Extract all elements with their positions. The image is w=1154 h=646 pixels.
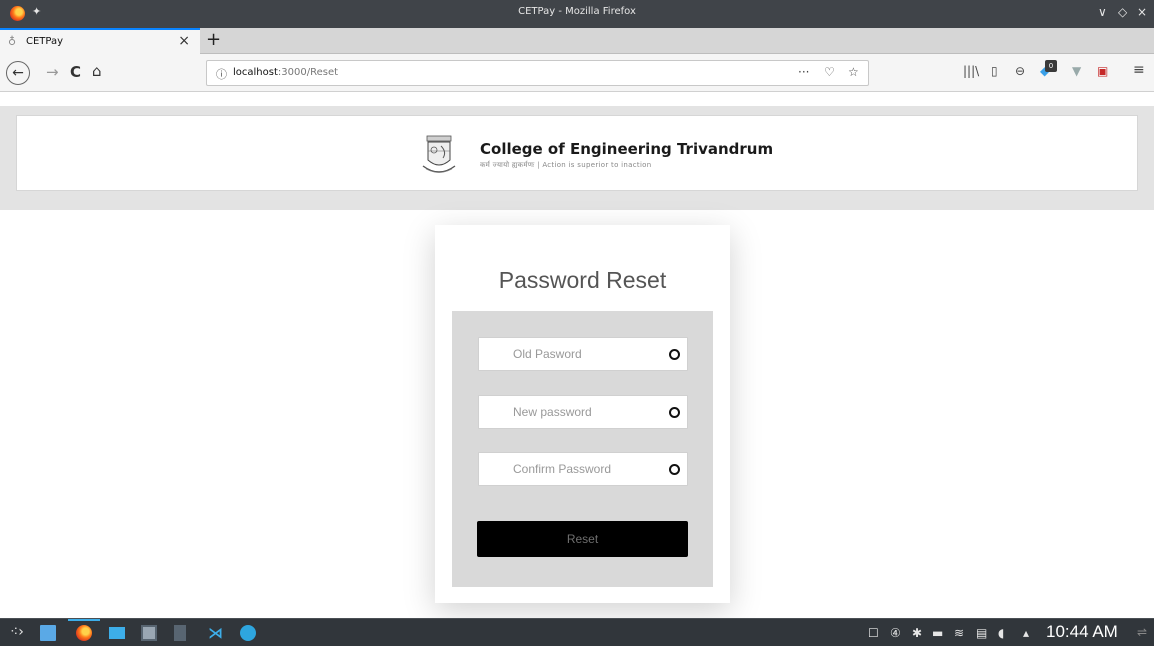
back-button[interactable]: ← xyxy=(6,61,30,85)
tab-label: CETPay xyxy=(26,36,64,47)
confirm-password-input[interactable] xyxy=(479,453,659,485)
new-tab-button[interactable]: + xyxy=(206,29,221,50)
pocket-icon[interactable]: ♡ xyxy=(824,65,835,79)
page-content: College of Engineering Trivandrum कर्म ज… xyxy=(0,106,1154,618)
show-password-icon[interactable] xyxy=(669,349,680,360)
navigation-toolbar: ← → C ⌂ ⓘ localhost:3000/Reset ··· ♡ ☆ |… xyxy=(0,54,1154,92)
clipboard-icon[interactable]: ▤ xyxy=(976,626,987,640)
bluetooth-icon[interactable]: ✱ xyxy=(912,626,922,640)
info-icon[interactable]: ⓘ xyxy=(216,66,227,82)
expand-tray-icon[interactable]: ▴ xyxy=(1023,626,1029,640)
show-password-icon[interactable] xyxy=(669,464,680,475)
show-password-icon[interactable] xyxy=(669,407,680,418)
volume-icon[interactable]: ◖ xyxy=(998,626,1004,640)
extension-badge: 0 xyxy=(1045,60,1057,72)
old-password-input[interactable] xyxy=(479,338,659,370)
page-actions-icon[interactable]: ··· xyxy=(798,65,809,79)
wifi-icon[interactable]: ≋ xyxy=(954,626,964,640)
sidebar-icon[interactable]: ▯ xyxy=(991,64,998,78)
home-button[interactable]: ⌂ xyxy=(92,62,102,80)
active-task-indicator xyxy=(68,619,100,621)
college-motto: कर्म ज्यायो ह्यकर्मणः | Action is superi… xyxy=(480,161,652,169)
tab-bar: ♁ CETPay × + xyxy=(0,28,1154,54)
account-icon[interactable]: ⊖ xyxy=(1015,64,1025,78)
minimize-button[interactable]: ∨ xyxy=(1098,5,1107,19)
new-password-field xyxy=(478,395,688,429)
pdf-extension-icon[interactable]: ▣ xyxy=(1097,64,1108,78)
tab-cetpay[interactable]: ♁ CETPay × xyxy=(0,28,200,54)
reload-button[interactable]: C xyxy=(70,63,81,81)
site-header: College of Engineering Trivandrum कर्म ज… xyxy=(16,115,1138,191)
url-text[interactable]: localhost:3000/Reset xyxy=(233,67,338,78)
show-desktop-icon[interactable]: ☐ xyxy=(868,626,879,640)
forward-button[interactable]: → xyxy=(46,63,59,81)
close-window-button[interactable]: × xyxy=(1137,5,1147,19)
clock[interactable]: 10:44 AM xyxy=(1046,622,1118,642)
url-path: :3000/Reset xyxy=(277,67,339,78)
vscode-icon[interactable]: ⋊ xyxy=(208,624,223,642)
battery-icon[interactable]: ▬ xyxy=(932,626,943,640)
workspace-icon[interactable]: ④ xyxy=(890,626,901,640)
url-bar[interactable]: ⓘ localhost:3000/Reset ··· ♡ ☆ xyxy=(206,60,869,86)
taskbar: ⁖› ⋊ ☐ ④ ✱ ▬ ≋ ▤ ◖ ▴ 10:44 AM ⇌ xyxy=(0,618,1154,646)
bookmark-star-icon[interactable]: ☆ xyxy=(848,65,859,79)
filter-extension-icon[interactable]: ▼ xyxy=(1072,64,1081,78)
telegram-icon[interactable] xyxy=(240,625,256,641)
old-password-field xyxy=(478,337,688,371)
college-name: College of Engineering Trivandrum xyxy=(480,140,774,158)
close-tab-icon[interactable]: × xyxy=(178,33,190,49)
window-title: CETPay - Mozilla Firefox xyxy=(518,6,636,17)
menu-icon[interactable]: ≡ xyxy=(1133,62,1145,78)
file-manager-icon[interactable] xyxy=(109,627,125,639)
system-settings-icon[interactable] xyxy=(141,625,157,641)
reset-button[interactable]: Reset xyxy=(477,521,688,557)
library-icon[interactable]: |||\ xyxy=(963,64,979,78)
restore-button[interactable]: ◇ xyxy=(1118,5,1127,19)
desktop-pager-icon[interactable] xyxy=(40,625,56,641)
college-emblem-icon xyxy=(422,135,456,173)
panel-settings-icon[interactable]: ⇌ xyxy=(1137,625,1147,639)
app-launcher-icon[interactable]: ⁖› xyxy=(10,624,24,640)
confirm-password-field xyxy=(478,452,688,486)
page-icon: ♁ xyxy=(8,35,17,48)
window-titlebar: ✦ CETPay - Mozilla Firefox ∨ ◇ × xyxy=(0,0,1154,28)
firefox-task-icon[interactable] xyxy=(76,625,92,641)
reset-form: Reset xyxy=(452,311,713,587)
terminal-icon[interactable] xyxy=(174,625,186,641)
page-title: Password Reset xyxy=(498,267,667,293)
password-reset-card: Password Reset Reset xyxy=(435,225,730,603)
new-password-input[interactable] xyxy=(479,396,659,428)
url-host: localhost xyxy=(233,67,278,78)
